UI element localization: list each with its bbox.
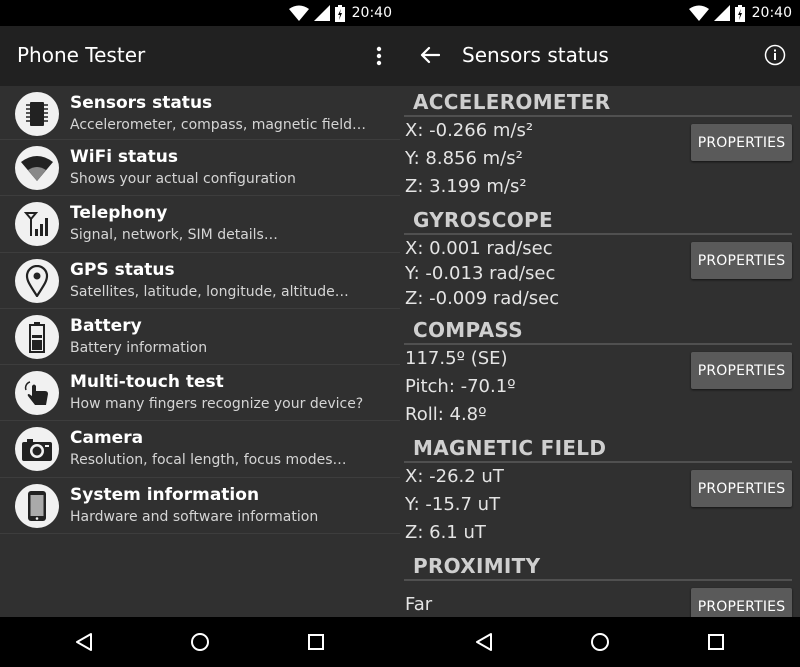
menu-item-wifi-status[interactable]: WiFi status Shows your actual configurat… [0,140,400,197]
sensor-value-line: Pitch: -70.1º [405,376,516,397]
phone-icon [15,483,59,528]
menu-item-title: GPS status [70,259,175,280]
menu-item-title: Multi-touch test [70,372,224,393]
menu-item-system-information[interactable]: System information Hardware and software… [0,478,400,535]
section-divider [404,115,792,117]
recents-nav-icon[interactable] [305,631,327,653]
section-title: COMPASS [413,318,523,342]
compass-section: COMPASS 117.5º (SE) Pitch: -70.1º Roll: … [400,314,800,425]
recents-nav-icon[interactable] [705,631,727,653]
sensor-value-line: Z: 6.1 uT [405,522,486,543]
sensor-value-line: Roll: 4.8º [405,404,487,425]
gyroscope-section: GYROSCOPE X: 0.001 rad/sec Y: -0.013 rad… [400,204,800,309]
sensor-value-line: Y: 8.856 m/s² [405,148,523,169]
navigation-bar [400,617,800,667]
magnetic-field-properties-button[interactable]: PROPERTIES [691,470,792,507]
status-time: 20:40 [751,5,792,21]
sensors-status-screen: 20:40 Sensors status ACCELEROMETER X: -0… [400,0,800,667]
chip-icon [15,92,59,136]
menu-item-gps-status[interactable]: GPS status Satellites, latitude, longitu… [0,253,400,309]
menu-item-title: System information [70,484,260,505]
sensor-value-line: X: 0.001 rad/sec [405,238,553,259]
accelerometer-properties-button[interactable]: PROPERTIES [691,124,792,161]
menu-item-battery[interactable]: Battery Battery information [0,309,400,366]
wifi-icon [15,146,59,190]
app-title: Phone Tester [17,43,146,67]
navigation-bar [0,617,400,667]
cell-signal-icon [713,5,730,21]
menu-item-subtitle: Shows your actual configuration [70,171,296,187]
home-nav-icon[interactable] [589,631,611,653]
section-title: ACCELEROMETER [413,90,611,114]
sensor-value-line: Y: -15.7 uT [405,494,501,515]
signal-tower-icon [15,202,59,247]
compass-properties-button[interactable]: PROPERTIES [691,352,792,389]
status-time: 20:40 [351,5,392,21]
section-title: MAGNETIC FIELD [413,436,607,460]
section-divider [404,233,792,235]
sensor-value-line: X: -26.2 uT [405,466,504,487]
menu-item-subtitle: Hardware and software information [70,508,319,525]
section-header: GYROSCOPE [400,204,800,236]
wifi-status-icon [688,5,709,21]
menu-item-subtitle: Satellites, latitude, longitude, altitud… [70,283,349,300]
sensor-value-line: Z: -0.009 rad/sec [405,288,560,309]
back-nav-icon[interactable] [73,631,95,653]
back-nav-icon[interactable] [473,631,495,653]
section-divider [404,343,792,345]
menu-item-subtitle: Resolution, focal length, focus modes… [70,452,347,469]
battery-status-icon [734,4,745,22]
magnetic-field-section: MAGNETIC FIELD X: -26.2 uT Y: -15.7 uT Z… [400,432,800,543]
menu-item-title: Battery [70,315,142,336]
location-pin-icon [15,258,59,303]
overflow-menu-icon[interactable] [376,46,382,66]
touch-hand-icon [15,371,59,416]
menu-item-camera[interactable]: Camera Resolution, focal length, focus m… [0,421,400,478]
cell-signal-icon [313,5,330,21]
wifi-status-icon [288,5,309,21]
menu-item-telephony[interactable]: Telephony Signal, network, SIM details… [0,196,400,253]
home-nav-icon[interactable] [189,631,211,653]
proximity-section: PROXIMITY Far PROPERTIES [400,550,800,625]
menu-item-subtitle: Battery information [70,339,208,356]
status-bar: 20:40 [0,0,400,26]
menu-item-multi-touch-test[interactable]: Multi-touch test How many fingers recogn… [0,365,400,422]
section-divider [404,461,792,463]
menu-item-sensors-status[interactable]: Sensors status Accelerometer, compass, m… [0,86,400,140]
sensor-value-line: 117.5º (SE) [405,348,508,369]
menu-item-title: WiFi status [70,147,179,167]
battery-icon [15,314,59,359]
section-header: PROXIMITY [400,550,800,582]
sensor-value-line: Y: -0.013 rad/sec [405,263,556,284]
section-title: GYROSCOPE [413,208,553,232]
section-header: COMPASS [400,314,800,346]
section-header: ACCELEROMETER [400,86,800,118]
main-menu-screen: 20:40 Phone Tester Sensors status Accele… [0,0,400,667]
menu-item-subtitle: Signal, network, SIM details… [70,227,278,244]
menu-item-title: Sensors status [70,93,213,113]
sensor-value-line: X: -0.266 m/s² [405,120,534,141]
menu-item-title: Telephony [70,203,168,224]
section-header: MAGNETIC FIELD [400,432,800,464]
menu-item-subtitle: How many fingers recognize your device? [70,396,364,413]
tester-menu-list: Sensors status Accelerometer, compass, m… [0,86,400,535]
app-bar: Phone Tester [0,26,400,86]
screen-title: Sensors status [462,43,609,67]
gyroscope-properties-button[interactable]: PROPERTIES [691,242,792,279]
battery-status-icon [334,4,345,22]
accelerometer-section: ACCELEROMETER X: -0.266 m/s² Y: 8.856 m/… [400,86,800,197]
status-bar: 20:40 [400,0,800,26]
section-title: PROXIMITY [413,554,541,578]
sensor-value-line: Far [405,594,433,615]
sensor-value-line: Z: 3.199 m/s² [405,176,527,197]
back-arrow-icon[interactable] [420,46,440,64]
menu-item-subtitle: Accelerometer, compass, magnetic field… [70,117,367,133]
camera-icon [15,427,59,472]
info-icon[interactable] [764,44,786,66]
app-bar: Sensors status [400,26,800,86]
menu-item-title: Camera [70,428,144,449]
section-divider [404,579,792,581]
